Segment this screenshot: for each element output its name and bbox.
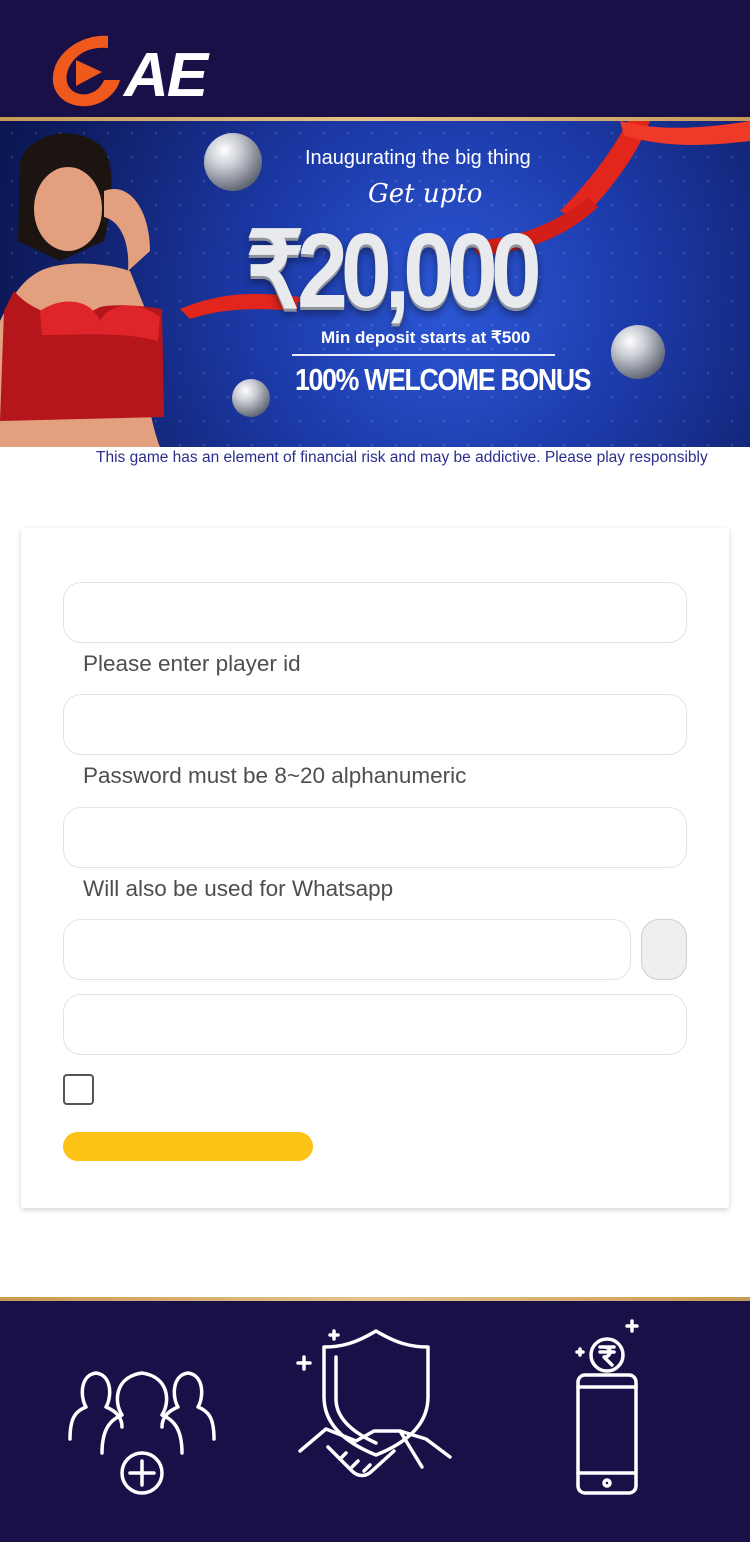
promo-banner[interactable]: Inaugurating the big thing Get upto ₹20,… [0,121,750,447]
extra-input[interactable] [63,994,687,1055]
banner-model-image [0,133,164,447]
logo-text: AE [124,41,208,110]
otp-input[interactable] [63,919,631,980]
phone-input[interactable] [63,807,687,868]
mobile-rupee-icon[interactable] [568,1315,648,1499]
banner-title: Inaugurating the big thing [305,147,531,169]
registration-form: Please enter player id Password must be … [21,528,729,1208]
banner-min-deposit: Min deposit starts at ₹500 [321,328,531,347]
banner-bonus-text: 100% WELCOME BONUS [295,362,592,397]
banner-script-text: Get upto [368,179,483,209]
banner-separator [292,354,555,356]
submit-button[interactable] [63,1132,313,1161]
player-id-hint: Please enter player id [83,651,301,676]
silver-ball-decoration [611,325,665,379]
password-input[interactable] [63,694,687,755]
silver-ball-decoration [232,379,270,417]
send-code-button[interactable] [641,919,687,980]
footer [0,1301,750,1542]
silver-ball-decoration [204,133,262,191]
brand-logo[interactable]: AE [46,30,226,112]
add-users-icon[interactable] [60,1357,224,1497]
terms-checkbox[interactable] [63,1074,94,1105]
player-id-input[interactable] [63,582,687,643]
risk-warning-ticker: This game has an element of financial ri… [96,449,708,466]
header: AE [0,0,750,117]
password-hint: Password must be 8~20 alphanumeric [83,763,467,788]
logo-play-icon [52,35,120,107]
secure-handshake-icon[interactable] [296,1321,456,1499]
banner-amount: ₹20,000 [246,212,542,330]
phone-hint: Will also be used for Whatsapp [83,876,394,901]
